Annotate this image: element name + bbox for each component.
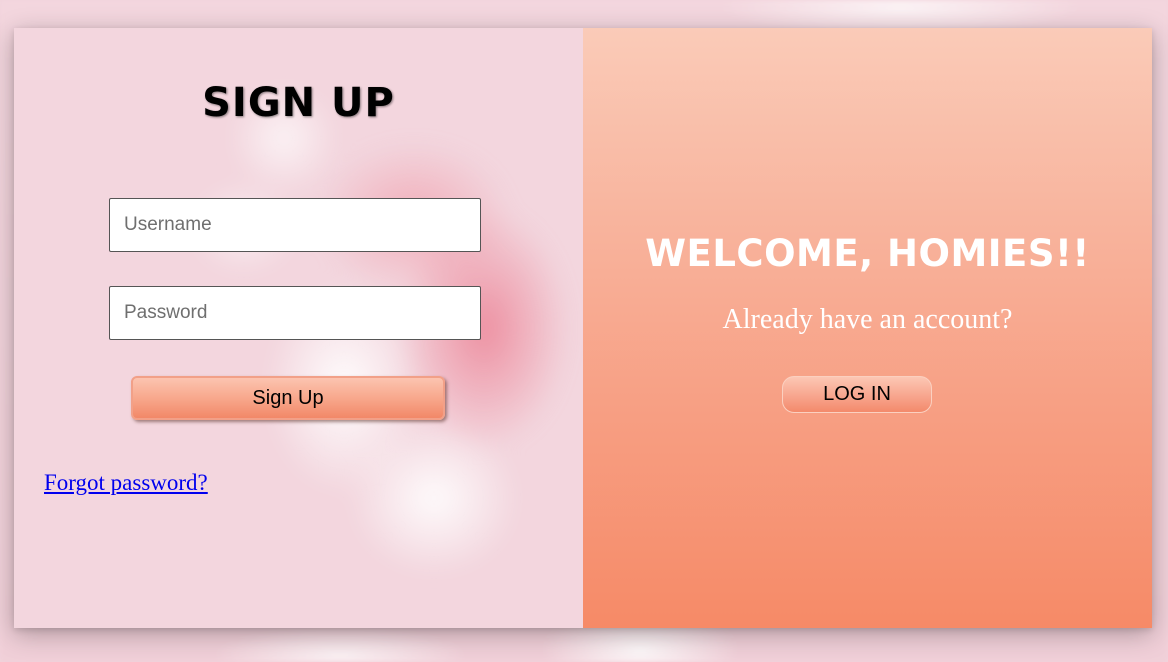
welcome-heading: WELCOME, HOMIES!! [645, 232, 1090, 275]
forgot-password-link[interactable]: Forgot password? [44, 470, 208, 496]
username-input[interactable] [109, 198, 481, 252]
password-input[interactable] [109, 286, 481, 340]
login-prompt: Already have an account? [722, 304, 1013, 335]
auth-card: SIGN UP Sign Up Forgot password? WELCOME… [14, 28, 1152, 628]
signup-panel: SIGN UP Sign Up Forgot password? [14, 28, 583, 628]
signup-button[interactable]: Sign Up [131, 376, 445, 420]
signup-title: SIGN UP [202, 80, 395, 126]
login-button[interactable]: LOG IN [782, 376, 932, 413]
signup-form: SIGN UP Sign Up Forgot password? [14, 28, 583, 628]
login-panel: WELCOME, HOMIES!! Already have an accoun… [583, 28, 1152, 628]
